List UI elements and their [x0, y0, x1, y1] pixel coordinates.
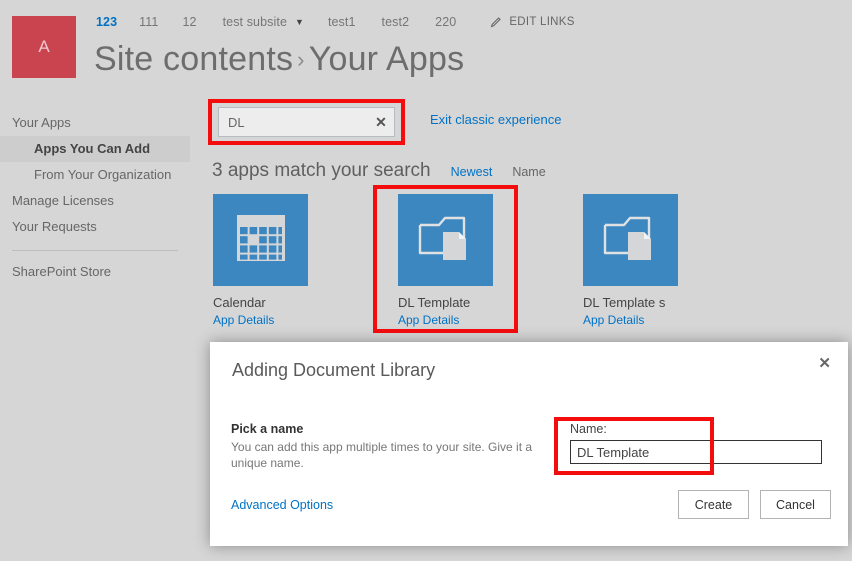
name-field-label: Name:	[570, 422, 607, 436]
edit-links-button[interactable]: EDIT LINKS	[490, 16, 574, 28]
sidebar: Your Apps Apps You Can Add From Your Org…	[0, 110, 190, 285]
pick-a-name-section: Pick a name You can add this app multipl…	[231, 422, 541, 471]
nav-item-220[interactable]: 220	[435, 15, 490, 29]
exit-classic-experience-link[interactable]: Exit classic experience	[430, 112, 562, 127]
search-input-value[interactable]: DL	[219, 115, 368, 130]
sort-name-link[interactable]: Name	[512, 165, 545, 179]
sidebar-item-manage-licenses[interactable]: Manage Licenses	[0, 188, 190, 214]
adding-document-library-dialog: Adding Document Library ✕ Pick a name Yo…	[210, 342, 848, 546]
results-count: 3 apps match your search	[212, 160, 431, 181]
app-thumbnail[interactable]	[583, 194, 678, 286]
close-icon[interactable]: ✕	[818, 356, 831, 371]
document-library-icon	[417, 212, 475, 269]
pencil-icon	[490, 16, 502, 28]
nav-item-test-subsite[interactable]: test subsite	[223, 15, 295, 29]
site-logo[interactable]: A	[12, 16, 76, 78]
name-input-value[interactable]: DL Template	[577, 445, 649, 460]
create-button[interactable]: Create	[678, 490, 749, 519]
breadcrumb-separator: ›	[297, 47, 305, 72]
nav-item-12[interactable]: 12	[182, 15, 222, 29]
app-thumbnail[interactable]	[398, 194, 493, 286]
sidebar-divider	[12, 250, 178, 251]
sidebar-item-apps-you-can-add[interactable]: Apps You Can Add	[0, 136, 190, 162]
app-tile-list: Calendar App Details DL Template App Det…	[213, 194, 678, 327]
app-root: A 123 111 12 test subsite ▼ test1 test2 …	[0, 0, 852, 561]
name-input[interactable]: DL Template	[570, 440, 822, 464]
pick-a-name-label: Pick a name	[231, 422, 304, 436]
pick-a-name-description: You can add this app multiple times to y…	[231, 440, 533, 470]
name-field-section: Name: DL Template	[570, 422, 822, 464]
breadcrumb-current: Your Apps	[308, 40, 465, 78]
document-library-icon	[602, 212, 660, 269]
app-details-link[interactable]: App Details	[398, 313, 493, 327]
app-tile-name: Calendar	[213, 295, 266, 310]
app-tile-calendar[interactable]: Calendar App Details	[213, 194, 308, 327]
breadcrumb-parent[interactable]: Site contents	[94, 40, 293, 78]
top-navigation: 123 111 12 test subsite ▼ test1 test2 22…	[96, 15, 575, 29]
app-thumbnail[interactable]	[213, 194, 308, 286]
dialog-title: Adding Document Library	[232, 360, 436, 380]
app-details-link[interactable]: App Details	[213, 313, 308, 327]
calendar-icon	[235, 213, 287, 268]
dialog-buttons: Create Cancel	[678, 490, 831, 519]
nav-item-123[interactable]: 123	[96, 15, 139, 29]
site-logo-letter: A	[38, 37, 50, 56]
clear-search-icon[interactable]: ✕	[368, 114, 394, 131]
nav-item-111[interactable]: 111	[139, 15, 182, 29]
results-header: 3 apps match your search Newest Name	[212, 160, 546, 182]
page-title: Site contents › Your Apps	[94, 40, 464, 79]
nav-item-test1[interactable]: test1	[328, 15, 382, 29]
chevron-down-icon[interactable]: ▼	[295, 17, 328, 27]
sidebar-item-your-apps[interactable]: Your Apps	[0, 110, 190, 136]
advanced-options-link[interactable]: Advanced Options	[231, 498, 333, 512]
sort-newest-link[interactable]: Newest	[451, 165, 493, 179]
app-tile-dl-template[interactable]: DL Template App Details	[398, 194, 493, 327]
sidebar-item-sharepoint-store[interactable]: SharePoint Store	[0, 259, 190, 285]
nav-item-test2[interactable]: test2	[382, 15, 436, 29]
app-tile-name: DL Template s	[583, 295, 666, 310]
search-input[interactable]: DL ✕	[218, 107, 395, 137]
cancel-button[interactable]: Cancel	[760, 490, 831, 519]
sidebar-item-from-your-organization[interactable]: From Your Organization	[0, 162, 190, 188]
sidebar-item-your-requests[interactable]: Your Requests	[0, 214, 190, 240]
app-tile-dl-template-s[interactable]: DL Template s App Details	[583, 194, 678, 327]
edit-links-label: EDIT LINKS	[509, 16, 575, 28]
app-tile-name: DL Template	[398, 295, 471, 310]
app-details-link[interactable]: App Details	[583, 313, 678, 327]
